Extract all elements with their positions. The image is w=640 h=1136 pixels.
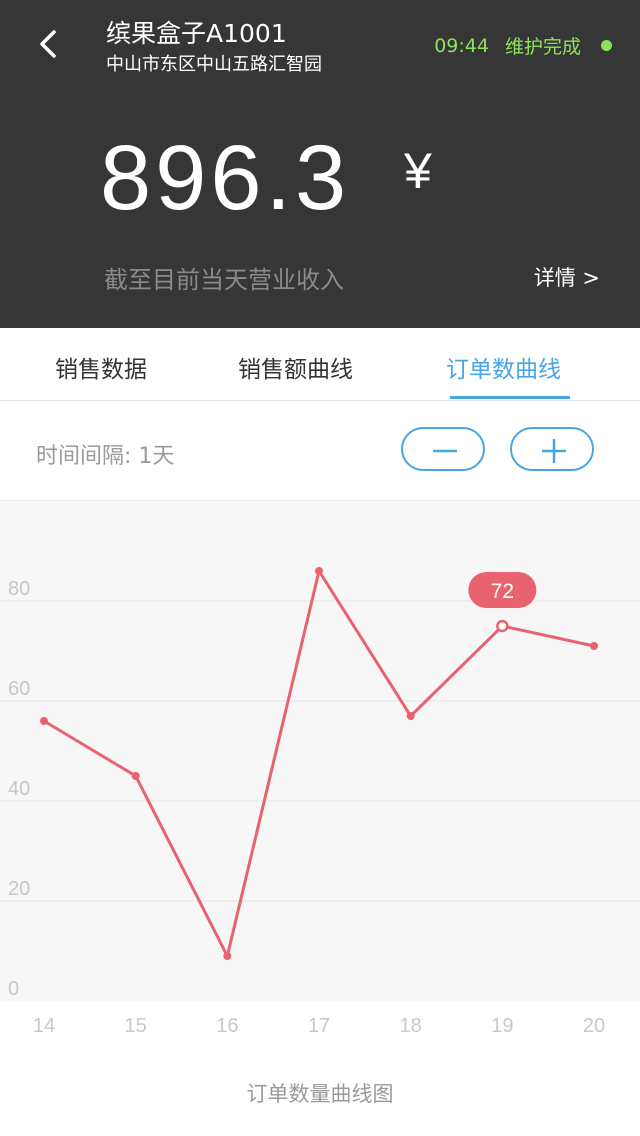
y-tick-label: 20 <box>8 878 30 900</box>
x-tick-label: 15 <box>125 1015 147 1037</box>
x-tick-label: 20 <box>583 1015 605 1037</box>
x-tick-label: 18 <box>400 1015 422 1037</box>
data-point <box>131 772 140 780</box>
chevron-left-icon <box>40 30 56 58</box>
store-address: 中山市东区中山五路汇智园 <box>106 54 322 75</box>
x-tick-label: 19 <box>491 1015 513 1037</box>
data-point <box>406 712 415 720</box>
y-axis-ticks: 0 20 40 60 80 <box>8 578 30 1000</box>
tab-order-curve[interactable]: 订单数曲线 <box>446 350 561 384</box>
revenue-amount: 896.3 <box>100 127 351 229</box>
increase-interval-button[interactable] <box>510 427 594 471</box>
x-tick-label: 16 <box>216 1015 238 1037</box>
tab-sales-data[interactable]: 销售数据 <box>55 350 147 384</box>
revenue-caption: 截至目前当天营业收入 <box>104 266 344 294</box>
chart-title: 订单数量曲线图 <box>246 1082 394 1106</box>
back-button[interactable] <box>28 26 72 70</box>
y-tick-label: 60 <box>8 678 30 700</box>
currency-symbol: ¥ <box>404 143 432 199</box>
data-point-highlighted <box>496 619 509 633</box>
x-tick-label: 14 <box>33 1015 55 1037</box>
data-point <box>590 642 599 650</box>
status-time: 09:44 <box>434 34 489 57</box>
detail-link[interactable]: 详情 > <box>534 262 600 292</box>
order-count-chart: 0 20 40 60 80 14 15 16 17 18 19 20 72 <box>0 567 640 1037</box>
highlight-tooltip: 72 <box>468 572 537 608</box>
store-header: 缤果盒子A1001 中山市东区中山五路汇智园 09:44 维护完成 896.3 … <box>0 0 640 328</box>
x-axis-ticks: 14 15 16 17 18 19 20 <box>33 1015 605 1037</box>
x-tick-label: 17 <box>308 1015 330 1037</box>
interval-controls: 时间间隔: 1天 <box>0 401 640 500</box>
data-point <box>315 567 324 575</box>
interval-label: 时间间隔: 1天 <box>36 444 175 469</box>
tab-bar: 销售数据 销售额曲线 订单数曲线 <box>0 328 640 401</box>
store-title: 缤果盒子A1001 <box>106 19 287 48</box>
data-point <box>223 952 232 960</box>
y-tick-label: 80 <box>8 578 30 600</box>
decrease-interval-button[interactable] <box>401 427 485 471</box>
plus-icon <box>542 439 566 463</box>
status-bar: 09:44 维护完成 <box>434 32 612 59</box>
active-tab-indicator <box>450 396 570 399</box>
tab-sales-curve[interactable]: 销售额曲线 <box>238 350 353 384</box>
highlight-label: 72 <box>491 580 514 603</box>
status-text: 维护完成 <box>504 36 581 58</box>
data-point <box>40 717 48 725</box>
series-line <box>43 567 595 961</box>
y-tick-label: 40 <box>8 778 30 800</box>
minus-icon <box>433 449 457 453</box>
y-tick-label: 0 <box>8 978 19 1000</box>
status-dot-icon <box>601 40 612 51</box>
